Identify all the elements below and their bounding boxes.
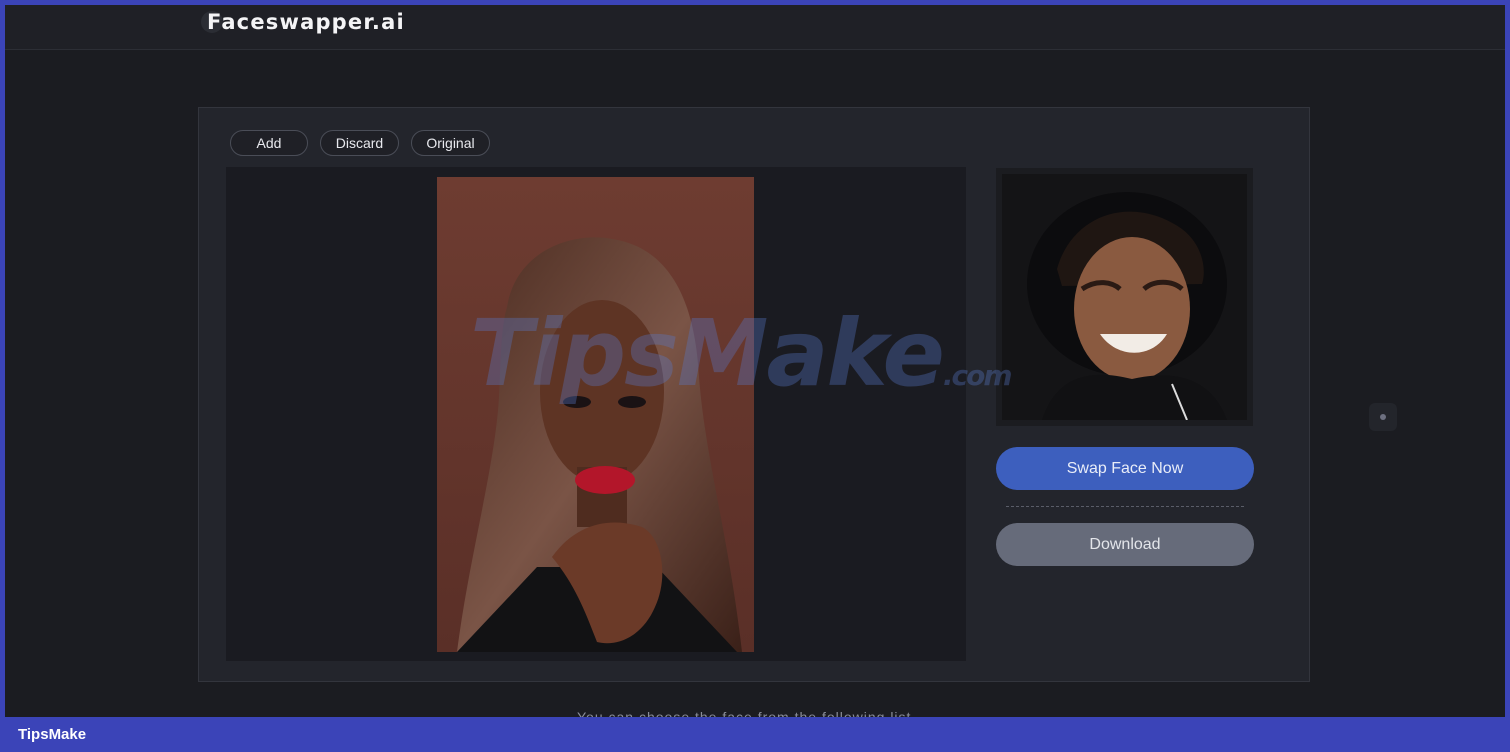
logo[interactable]: Faceswapper.ai xyxy=(201,5,405,39)
source-photo xyxy=(437,177,754,652)
editor-toolbar: Add Discard Original xyxy=(230,130,490,156)
app-window: Faceswapper.ai Add Discard Original Swap… xyxy=(5,5,1505,717)
add-button[interactable]: Add xyxy=(230,130,308,156)
target-face-frame[interactable] xyxy=(996,168,1253,426)
image-canvas xyxy=(226,167,966,661)
top-bar: Faceswapper.ai xyxy=(5,5,1505,50)
face-list-hint: You can choose the face from the followi… xyxy=(577,709,912,717)
discard-button[interactable]: Discard xyxy=(320,130,399,156)
download-button[interactable]: Download xyxy=(996,523,1254,566)
original-button[interactable]: Original xyxy=(411,130,490,156)
editor-panel: Add Discard Original Swap Face Now Downl… xyxy=(198,107,1310,682)
footer-bar: TipsMake xyxy=(0,717,1510,752)
logo-text: Faceswapper.ai xyxy=(207,10,405,34)
target-face-photo xyxy=(1002,174,1247,420)
side-toggle-icon[interactable] xyxy=(1369,403,1397,431)
target-face-illustration xyxy=(1002,174,1247,420)
source-photo-illustration xyxy=(437,177,754,652)
divider xyxy=(1006,506,1244,507)
footer-label: TipsMake xyxy=(18,726,87,743)
swap-face-button[interactable]: Swap Face Now xyxy=(996,447,1254,490)
dot-icon xyxy=(1380,414,1386,420)
